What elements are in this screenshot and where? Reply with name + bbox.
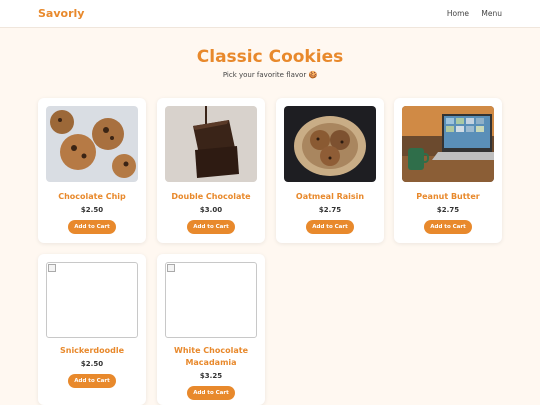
nav-link-menu[interactable]: Menu [481, 9, 502, 18]
product-card: White Chocolate Macadamia $3.25 Add to C… [157, 254, 265, 405]
product-price: $2.75 [436, 206, 460, 214]
product-card: Peanut Butter $2.75 Add to Cart [394, 98, 502, 243]
add-to-cart-button[interactable]: Add to Cart [68, 374, 116, 388]
add-to-cart-button[interactable]: Add to Cart [306, 220, 354, 234]
add-to-cart-button[interactable]: Add to Cart [187, 386, 235, 400]
product-image-snickerdoodle [46, 262, 138, 338]
nav-link-home[interactable]: Home [447, 9, 469, 18]
add-to-cart-button[interactable]: Add to Cart [187, 220, 235, 234]
product-price: $2.50 [80, 206, 104, 214]
brand-logo[interactable]: Savorly [38, 7, 84, 20]
add-to-cart-button[interactable]: Add to Cart [68, 220, 116, 234]
product-name: Peanut Butter [416, 192, 480, 201]
page-title: Classic Cookies [196, 47, 344, 67]
product-name: Chocolate Chip [58, 192, 126, 201]
product-name: White Chocolate Macadamia [174, 346, 248, 367]
broken-image-icon [167, 264, 175, 272]
navbar: Savorly Home Menu [0, 0, 540, 28]
broken-image-icon [48, 264, 56, 272]
product-card: Snickerdoodle $2.50 Add to Cart [38, 254, 146, 405]
product-image-peanut-butter [402, 106, 494, 182]
product-image-oatmeal-raisin [284, 106, 376, 182]
product-price: $2.75 [318, 206, 342, 214]
product-card: Double Chocolate $3.00 Add to Cart [157, 98, 265, 243]
product-card: Chocolate Chip $2.50 Add to Cart [38, 98, 146, 243]
page-subtitle: Pick your favorite flavor 🍪 [222, 71, 318, 79]
product-name: Oatmeal Raisin [295, 192, 365, 201]
product-image-white-chocolate-macadamia [165, 262, 257, 338]
product-price: $3.00 [199, 206, 223, 214]
add-to-cart-button[interactable]: Add to Cart [424, 220, 472, 234]
product-price: $2.50 [80, 360, 104, 368]
product-card: Oatmeal Raisin $2.75 Add to Cart [276, 98, 384, 243]
product-name: Double Chocolate [171, 192, 251, 201]
product-name: Snickerdoodle [59, 346, 125, 355]
product-image-chocolate-chip [46, 106, 138, 182]
nav-links: Home Menu [437, 9, 502, 18]
product-image-double-chocolate [165, 106, 257, 182]
product-price: $3.25 [199, 372, 223, 380]
